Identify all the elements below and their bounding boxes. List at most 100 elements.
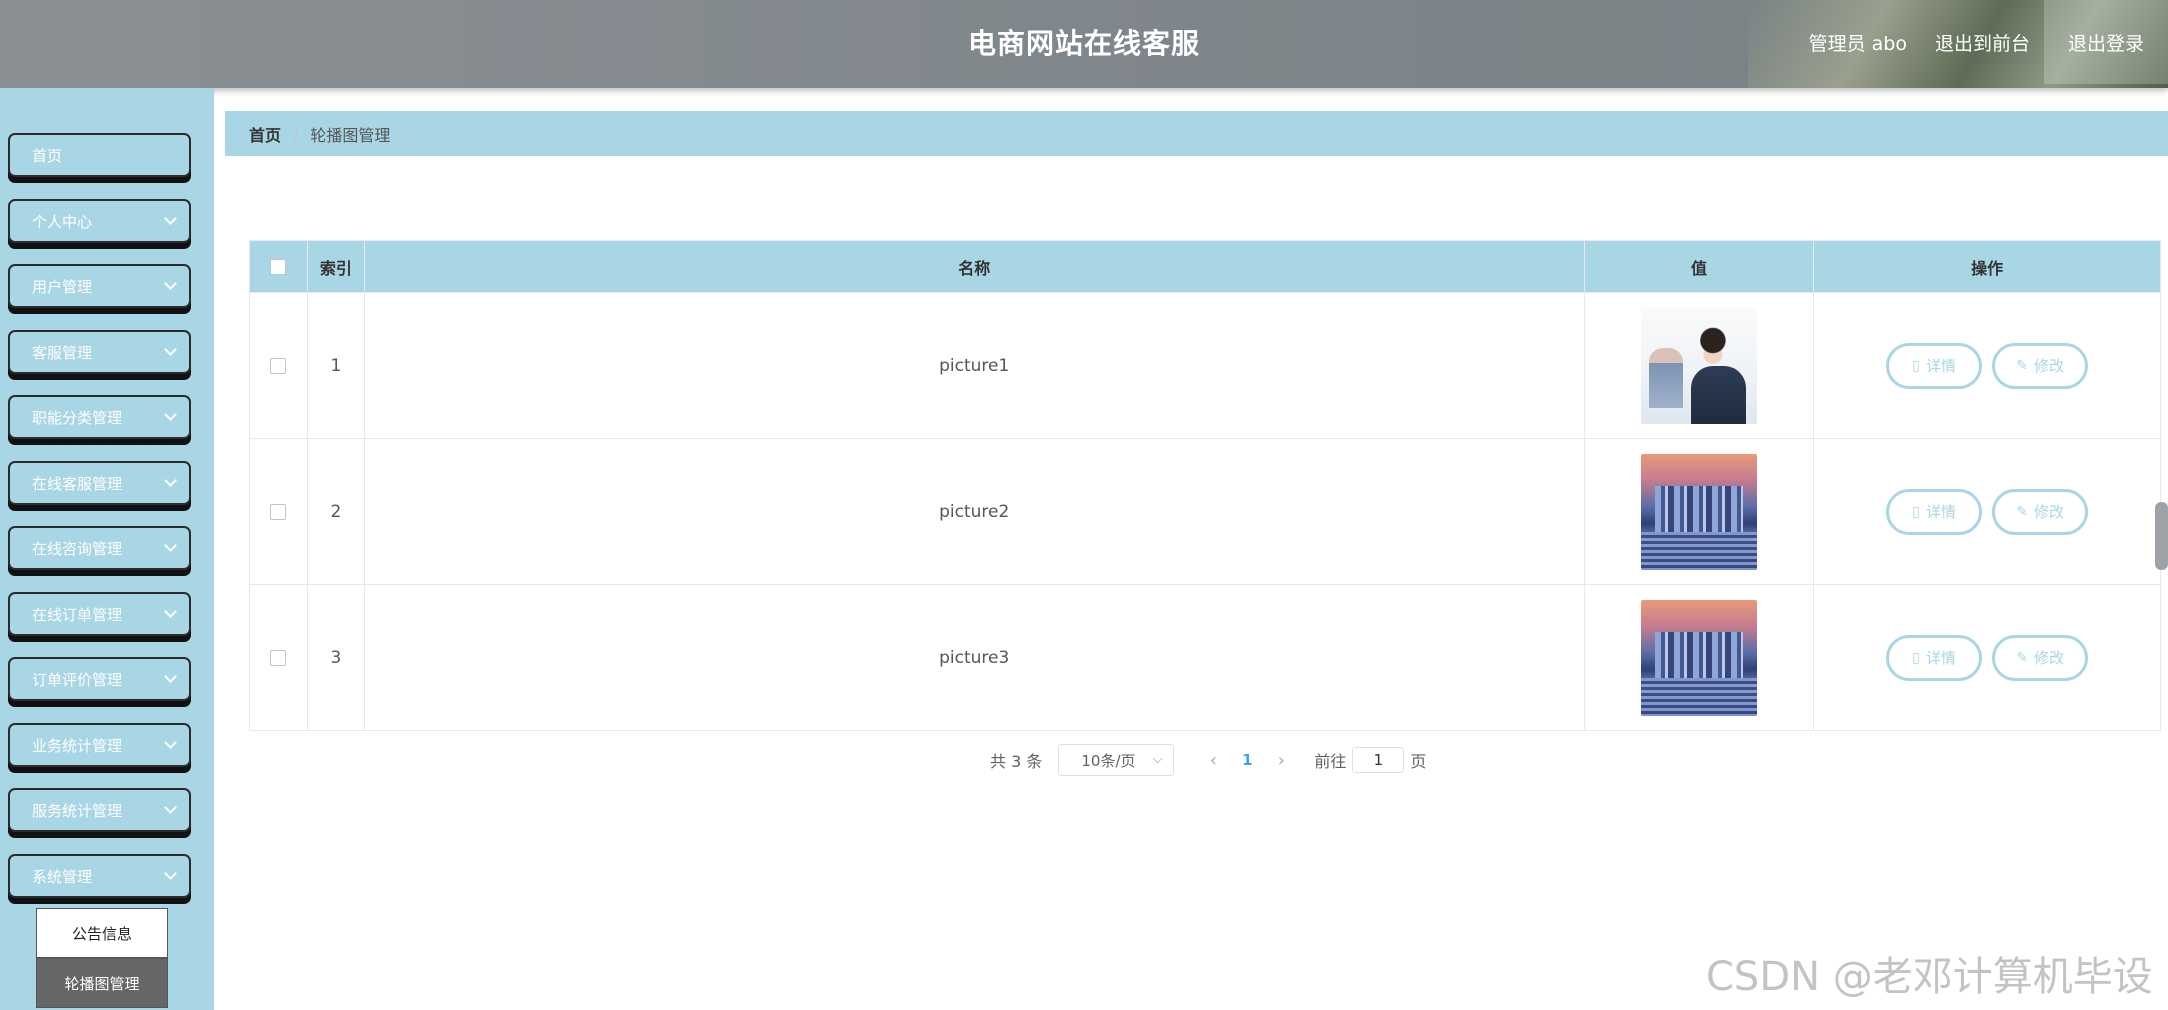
- prev-page-icon[interactable]: ‹: [1196, 750, 1230, 771]
- sidebar-item-home[interactable]: 首页: [8, 133, 191, 177]
- row-index: 2: [308, 439, 365, 584]
- chevron-down-icon: [1152, 753, 1163, 764]
- edit-button-label: 修改: [2034, 649, 2065, 667]
- carousel-table: 索引 名称 值 操作 1 picture1 ▯ 详情 ✎ 修改 2 picture2…: [249, 240, 2161, 731]
- row-value-cell: [1585, 439, 1815, 584]
- row-select-cell: [250, 585, 308, 730]
- sidebar: 首页 个人中心 用户管理 客服管理 职能分类管理 在线客服管理 在线咨询管理 在…: [0, 88, 214, 1010]
- breadcrumb-current: 轮播图管理: [310, 125, 391, 145]
- row-checkbox[interactable]: [270, 357, 287, 374]
- sidebar-item-order-management[interactable]: 在线订单管理: [8, 592, 191, 636]
- row-select-cell: [250, 293, 308, 438]
- edit-icon: ✎: [2016, 503, 2029, 520]
- header-select-all-cell: [250, 241, 308, 292]
- column-header-value: 值: [1585, 241, 1815, 292]
- carousel-image-thumbnail: [1640, 599, 1757, 716]
- detail-button-label: 详情: [1926, 649, 1957, 667]
- row-actions-cell: ▯ 详情 ✎ 修改: [1814, 439, 2160, 584]
- sidebar-item-label: 在线客服管理: [32, 474, 123, 493]
- row-name: picture2: [365, 439, 1585, 584]
- top-header: 电商网站在线客服 管理员 abo 退出到前台 退出登录: [0, 0, 2168, 88]
- breadcrumb-separator: /: [293, 124, 299, 143]
- detail-button[interactable]: ▯ 详情: [1886, 634, 1983, 681]
- admin-user-label: 管理员 abo: [1808, 32, 1907, 55]
- page-number-current[interactable]: 1: [1230, 751, 1264, 769]
- header-links: 管理员 abo 退出到前台 退出登录: [1795, 0, 2168, 84]
- sidebar-item-label: 业务统计管理: [32, 736, 123, 755]
- logout-link[interactable]: 退出登录: [2043, 0, 2168, 84]
- sidebar-item-label: 系统管理: [32, 867, 93, 886]
- table-row: 1 picture1 ▯ 详情 ✎ 修改: [250, 292, 2160, 438]
- sidebar-item-label: 在线咨询管理: [32, 539, 123, 558]
- submenu-item-announcements[interactable]: 公告信息: [36, 908, 168, 958]
- column-header-actions: 操作: [1971, 258, 2004, 278]
- page-scrollbar[interactable]: [2155, 502, 2168, 570]
- sidebar-item-label: 在线订单管理: [32, 605, 123, 624]
- pagination-total: 共 3 条: [990, 752, 1043, 771]
- watermark: CSDN @老邓计算机毕设: [1706, 954, 2153, 1000]
- chevron-down-icon: [164, 670, 177, 683]
- table-row: 3 picture3 ▯ 详情 ✎ 修改: [250, 584, 2160, 730]
- row-value-cell: [1585, 293, 1815, 438]
- row-index: 3: [308, 585, 365, 730]
- sidebar-item-category-management[interactable]: 职能分类管理: [8, 395, 191, 439]
- goto-suffix: 页: [1410, 752, 1427, 771]
- document-icon: ▯: [1912, 357, 1921, 374]
- row-actions-cell: ▯ 详情 ✎ 修改: [1814, 293, 2160, 438]
- select-all-checkbox[interactable]: [270, 258, 287, 275]
- chevron-down-icon: [164, 212, 177, 225]
- page-size-select[interactable]: 10条/页: [1058, 744, 1175, 776]
- detail-button[interactable]: ▯ 详情: [1886, 342, 1983, 389]
- page-size-value: 10条/页: [1081, 751, 1136, 770]
- chevron-down-icon: [164, 867, 177, 880]
- edit-button-label: 修改: [2034, 503, 2065, 521]
- goto-prefix: 前往: [1314, 752, 1347, 771]
- document-icon: ▯: [1912, 503, 1921, 520]
- column-header-name: 名称: [365, 241, 1585, 292]
- sidebar-item-label: 客服管理: [32, 343, 93, 362]
- sidebar-item-agent-management[interactable]: 客服管理: [8, 330, 191, 374]
- edit-icon: ✎: [2016, 649, 2029, 666]
- sidebar-item-label: 服务统计管理: [32, 801, 123, 820]
- carousel-image-thumbnail: [1640, 453, 1757, 570]
- chevron-down-icon: [164, 801, 177, 814]
- row-index: 1: [308, 293, 365, 438]
- chevron-down-icon: [164, 605, 177, 618]
- sidebar-item-system-management[interactable]: 系统管理: [8, 854, 191, 898]
- sidebar-item-label: 用户管理: [32, 277, 93, 296]
- sidebar-item-online-service-management[interactable]: 在线客服管理: [8, 461, 191, 505]
- sidebar-item-consultation-management[interactable]: 在线咨询管理: [8, 526, 191, 570]
- sidebar-item-personal-center[interactable]: 个人中心: [8, 199, 191, 243]
- sidebar-item-label: 订单评价管理: [32, 670, 123, 689]
- edit-button[interactable]: ✎ 修改: [1992, 488, 2089, 535]
- column-header-index: 索引: [308, 241, 365, 292]
- chevron-down-icon: [164, 343, 177, 356]
- submenu-item-carousel-management[interactable]: 轮播图管理: [36, 958, 168, 1008]
- row-name: picture3: [365, 585, 1585, 730]
- back-to-front-link[interactable]: 退出到前台: [1921, 0, 2044, 84]
- row-checkbox[interactable]: [270, 649, 287, 666]
- sidebar-item-label: 职能分类管理: [32, 408, 123, 427]
- table-header: 索引 名称 值 操作: [250, 241, 2160, 292]
- sidebar-item-user-management[interactable]: 用户管理: [8, 264, 191, 308]
- chevron-down-icon: [164, 539, 177, 552]
- pagination: 共 3 条 10条/页 ‹ 1 › 前往 1 页: [990, 743, 1426, 777]
- edit-button[interactable]: ✎ 修改: [1992, 634, 2089, 681]
- chevron-down-icon: [164, 277, 177, 290]
- breadcrumb-home[interactable]: 首页: [249, 122, 281, 146]
- chevron-down-icon: [164, 736, 177, 749]
- row-actions-cell: ▯ 详情 ✎ 修改: [1814, 585, 2160, 730]
- row-name: picture1: [365, 293, 1585, 438]
- chevron-down-icon: [164, 408, 177, 421]
- row-checkbox[interactable]: [270, 503, 287, 520]
- edit-button[interactable]: ✎ 修改: [1992, 342, 2089, 389]
- breadcrumb: 首页 / 轮播图管理: [225, 111, 2168, 156]
- sidebar-item-label: 个人中心: [32, 212, 93, 231]
- sidebar-item-order-review-management[interactable]: 订单评价管理: [8, 657, 191, 701]
- sidebar-item-business-stats[interactable]: 业务统计管理: [8, 723, 191, 767]
- sidebar-item-service-stats[interactable]: 服务统计管理: [8, 788, 191, 832]
- next-page-icon[interactable]: ›: [1264, 750, 1298, 771]
- goto-page-input[interactable]: 1: [1352, 747, 1405, 773]
- detail-button[interactable]: ▯ 详情: [1886, 488, 1983, 535]
- detail-button-label: 详情: [1926, 503, 1957, 521]
